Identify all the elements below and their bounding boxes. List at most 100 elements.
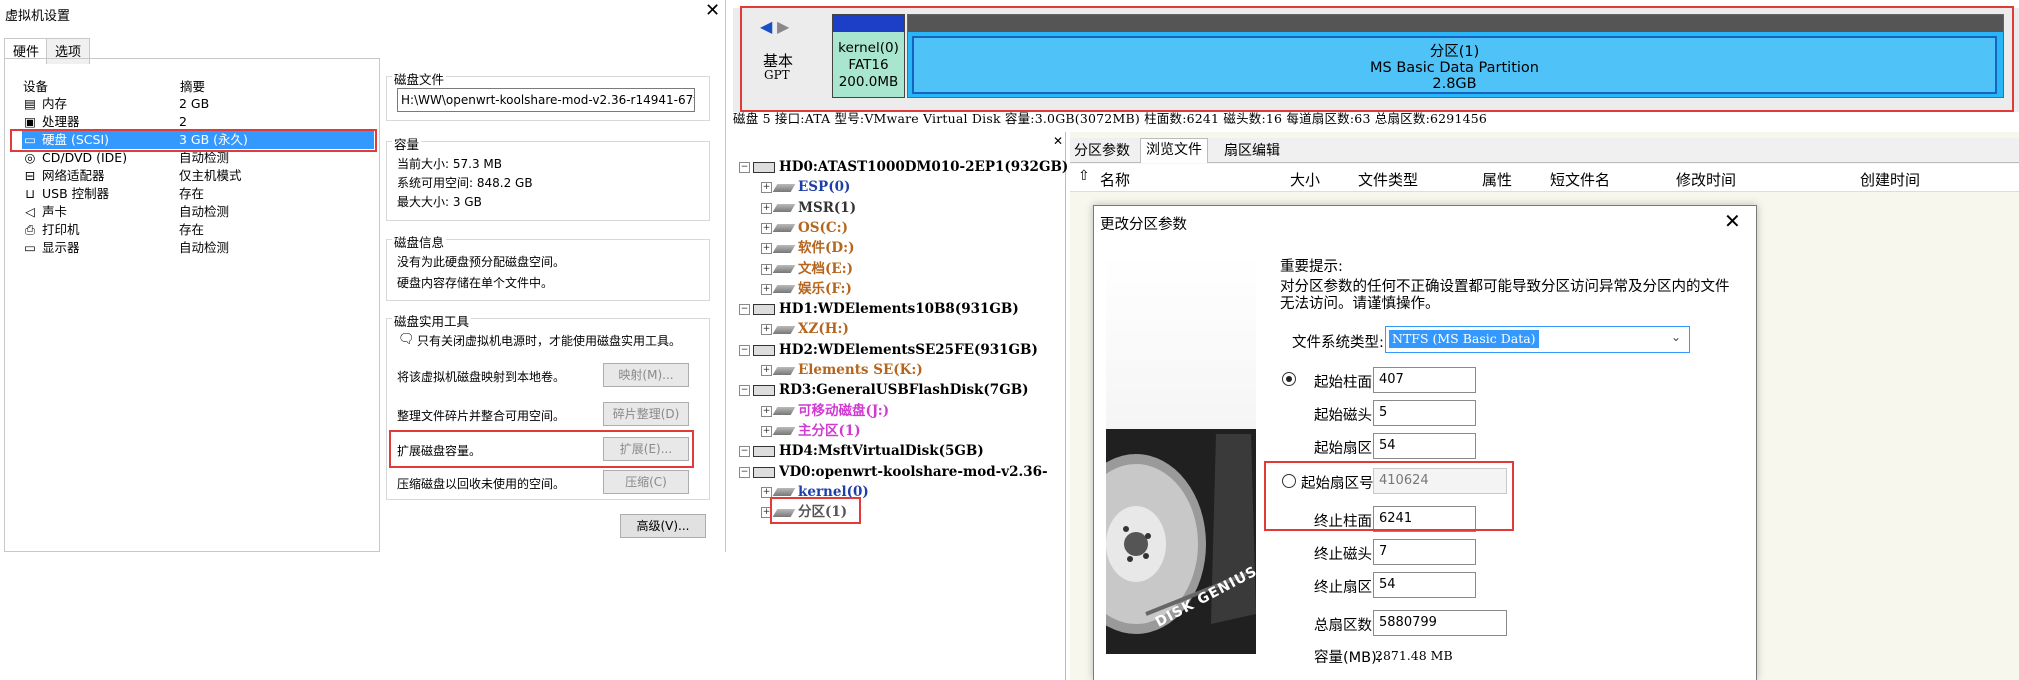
tree-partition-item[interactable]: + 软件(D:) [761,238,854,258]
device-name: 网络适配器 [42,168,105,183]
tree-partition-item[interactable]: + 文档(E:) [761,259,853,279]
col-attr[interactable]: 属性 [1482,169,1512,190]
diskgenius-window: ◀ ▶ 基本 GPT kernel(0) FAT16 200.0MB 分区(1)… [733,0,2019,680]
total-sec-input[interactable]: 5880799 [1373,610,1507,636]
close-icon[interactable]: ✕ [705,0,720,21]
tree-partition-item[interactable]: + 分区(1) [761,502,847,522]
dialog-title: 更改分区参数 [1100,217,1187,233]
tree-disk-item[interactable]: − VD0:openwrt-koolshare-mod-v2.36- [739,462,1048,482]
device-row-cd-dvd[interactable]: ◎ CD/DVD (IDE) 自动检测 [22,149,374,167]
tree-disk-item[interactable]: − HD2:WDElementsSE25FE(931GB) [739,340,1038,360]
collapse-icon[interactable]: − [739,304,750,316]
disk-icon [753,446,775,458]
expand-icon[interactable]: + [761,425,772,437]
expand-icon[interactable]: + [761,263,772,275]
map-text: 将该虚拟机磁盘映射到本地卷。 [397,370,566,384]
collapse-icon[interactable]: − [739,466,750,478]
device-row-network[interactable]: ⊟ 网络适配器 仅主机模式 [22,167,374,185]
expand-icon[interactable]: + [761,486,772,498]
content-tabs: 分区参数 浏览文件 扇区编辑 [1070,138,2019,163]
tab-partition-params[interactable]: 分区参数 [1070,140,1134,162]
device-row-cpu[interactable]: ▣ 处理器 2 [22,113,374,131]
collapse-icon[interactable]: − [739,162,750,173]
expand-button[interactable]: 扩展(E)... [603,437,689,461]
tree-partition-item[interactable]: + OS(C:) [761,218,848,238]
tree-partition-item[interactable]: + MSR(1) [761,198,856,218]
tree-partition-item[interactable]: + Elements SE(K:) [761,360,923,380]
p1-name: 分区(1) [1429,44,1480,60]
tree-partition-item[interactable]: + ESP(0) [761,177,850,197]
end-cyl-input[interactable]: 6241 [1373,506,1476,532]
tree-item-label: HD2:WDElementsSE25FE(931GB) [779,341,1038,358]
device-row-hard-disk[interactable]: ▭ 硬盘 (SCSI) 3 GB (永久) [22,131,374,149]
up-folder-icon[interactable]: ⇧ [1078,168,1090,184]
expand-icon[interactable]: + [761,324,772,336]
expand-icon[interactable]: + [761,405,772,417]
tree-disk-item[interactable]: − HD4:MsftVirtualDisk(5GB) [739,441,984,461]
tree-disk-item[interactable]: − HD1:WDElements10B8(931GB) [739,299,1019,319]
col-name[interactable]: 名称 [1100,169,1130,190]
device-row-sound[interactable]: ◁ 声卡 自动检测 [22,203,374,221]
col-size[interactable]: 大小 [1290,169,1320,190]
end-sec-input[interactable]: 54 [1373,572,1476,598]
device-row-display[interactable]: ▭ 显示器 自动检测 [22,239,374,257]
disk-info-line2: 硬盘内容存储在单个文件中。 [397,276,554,290]
col-type[interactable]: 文件类型 [1358,169,1418,190]
start-lba-input[interactable]: 410624 [1373,468,1507,494]
tree-item-label: ESP(0) [798,179,851,196]
compact-button[interactable]: 压缩(C) [603,470,689,494]
expand-icon[interactable]: + [761,243,772,255]
disk-file-input[interactable]: H:\WW\openwrt-koolshare-mod-v2.36-r14941… [397,88,695,112]
expand-icon[interactable]: + [761,283,772,295]
tree-disk-item[interactable]: − HD0:ATAST1000DM010-2EP1(932GB) [739,157,1068,177]
col-short-name[interactable]: 短文件名 [1550,169,1610,190]
start-head-input[interactable]: 5 [1373,400,1476,426]
tree-partition-item[interactable]: + kernel(0) [761,482,869,502]
start-sec-input[interactable]: 54 [1373,433,1476,459]
tree-item-label: HD1:WDElements10B8(931GB) [779,301,1019,318]
expand-icon[interactable]: + [761,222,772,234]
end-head-input[interactable]: 7 [1373,539,1476,565]
collapse-icon[interactable]: − [739,446,750,458]
tree-item-label: 分区(1) [798,504,848,521]
device-column-header: 设备 [23,79,49,94]
advanced-button[interactable]: 高级(V)... [620,514,706,538]
hint-text: 对分区参数的任何不正确设置都可能导致分区访问异常及分区内的文件无法访问。请谨慎操… [1280,279,1730,312]
tree-partition-item[interactable]: + 娱乐(F:) [761,279,852,299]
collapse-icon[interactable]: − [739,344,750,356]
device-row-usb[interactable]: ⊔ USB 控制器 存在 [22,185,374,203]
partition-icon [772,325,796,334]
start-cyl-input[interactable]: 407 [1373,367,1476,393]
map-button[interactable]: 映射(M)... [603,363,689,387]
utilities-note: 只有关闭虚拟机电源时，才能使用磁盘实用工具。 [417,334,682,348]
tab-sector-edit[interactable]: 扇区编辑 [1220,140,1284,162]
tab-browse-files[interactable]: 浏览文件 [1140,138,1208,163]
col-modified[interactable]: 修改时间 [1676,169,1736,190]
device-summary: 2 GB [179,96,210,111]
disk-info-title: 磁盘信息 [392,232,447,251]
col-created[interactable]: 创建时间 [1860,169,1920,190]
defrag-button[interactable]: 碎片整理(D) [603,402,689,426]
expand-icon[interactable]: + [761,507,772,519]
device-row-memory[interactable]: ▤ 内存 2 GB [22,95,374,113]
expand-icon[interactable]: + [761,202,772,214]
dialog-close-icon[interactable]: ✕ [1724,209,1741,233]
expand-icon[interactable]: + [761,182,772,194]
fs-type-label: 文件系统类型: [1292,335,1384,351]
partition-icon [772,224,796,233]
expand-icon[interactable]: + [761,365,772,376]
collapse-icon[interactable]: − [739,385,750,397]
device-row-printer[interactable]: ⎙ 打印机 存在 [22,221,374,239]
device-summary: 2 [179,114,187,129]
partition-icon [772,285,796,294]
change-partition-dialog: 更改分区参数 ✕ DISK GENIUS 重要提示: 对分区参数的任何不正确设置 [1093,205,1757,680]
current-size: 当前大小: 57.3 MB [397,157,502,171]
fs-type-select[interactable]: NTFS (MS Basic Data) ⌄ [1385,326,1690,353]
tree-partition-item[interactable]: + 可移动磁盘(J:) [761,401,889,421]
tree-disk-item[interactable]: − RD3:GeneralUSBFlashDisk(7GB) [739,380,1029,400]
partition-1-block[interactable]: 分区(1) MS Basic Data Partition 2.8GB [907,14,2004,98]
tree-partition-item[interactable]: + XZ(H:) [761,319,849,339]
radio-chs[interactable] [1282,372,1296,386]
tree-partition-item[interactable]: + 主分区(1) [761,421,861,441]
radio-lba[interactable] [1282,474,1296,488]
